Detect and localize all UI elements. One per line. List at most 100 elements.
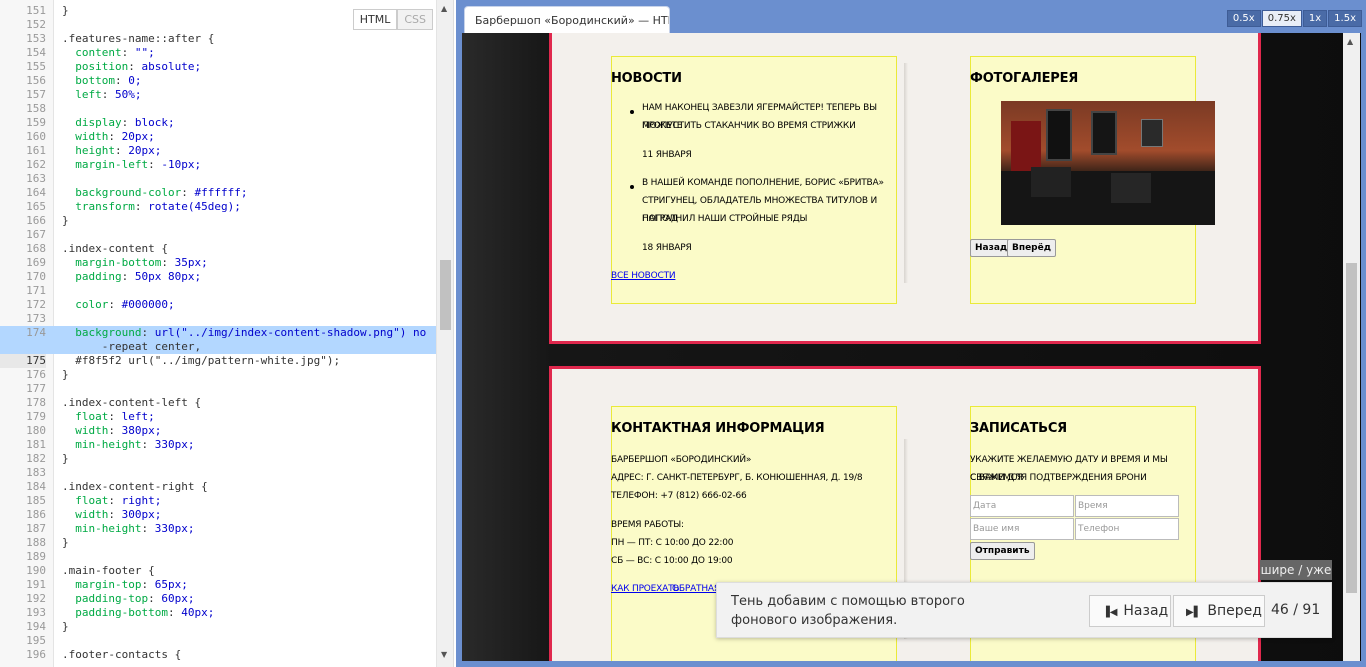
phone-input[interactable]: Телефон: [1075, 518, 1179, 540]
scroll-up-icon[interactable]: ▲: [441, 4, 447, 13]
preview-scrollbar[interactable]: ▲: [1343, 33, 1360, 661]
code-line[interactable]: 179 float: left;: [0, 410, 436, 424]
line-number: 171: [26, 284, 46, 297]
code-line[interactable]: 168 .index-content {: [0, 242, 436, 256]
code-line[interactable]: 187 min-height: 330px;: [0, 522, 436, 536]
code-text: width: 380px;: [75, 424, 162, 437]
code-editor[interactable]: 151} 152 153 .features-name::after {154 con…: [0, 0, 454, 667]
code-text: float: left;: [75, 410, 155, 423]
zoom-0-5-button[interactable]: 0.5x: [1226, 10, 1261, 27]
code-line[interactable]: 170 padding: 50px 80px;: [0, 270, 436, 284]
code-line[interactable]: 162 margin-left: -10px;: [0, 158, 436, 172]
zoom-0-75-button[interactable]: 0.75x: [1261, 10, 1302, 27]
tutorial-back-button[interactable]: ▐◀ Назад: [1089, 595, 1171, 627]
code-line[interactable]: 161 height: 20px;: [0, 144, 436, 158]
code-line[interactable]: 190 .main-footer {: [0, 564, 436, 578]
code-line[interactable]: 195: [0, 634, 436, 648]
submit-button[interactable]: Отправить: [970, 542, 1035, 560]
hours-title: ВРЕМЯ РАБОТЫ:: [611, 520, 684, 530]
code-line[interactable]: 183: [0, 466, 436, 480]
code-line[interactable]: 192 padding-top: 60px;: [0, 592, 436, 606]
code-line[interactable]: 176}: [0, 368, 436, 382]
code-text: .main-footer {: [62, 564, 155, 577]
skip-back-icon: ▐◀: [1102, 607, 1118, 618]
code-line[interactable]: 153 .features-name::after {: [0, 32, 436, 46]
code-line[interactable]: 166}: [0, 214, 436, 228]
code-line[interactable]: 174 background: url("../img/index-conten…: [0, 326, 436, 340]
line-number: 169: [26, 256, 46, 269]
code-line[interactable]: 180 width: 380px;: [0, 424, 436, 438]
editor-scrollbar[interactable]: ▲ ▼: [436, 0, 453, 667]
preview-scroll-thumb[interactable]: [1346, 263, 1357, 593]
preview-viewport[interactable]: НОВОСТИ НАМ НАКОНЕЦ ЗАВЕЗЛИ ЯГЕРМАЙСТЕР!…: [462, 33, 1361, 661]
tutorial-next-button[interactable]: ▶▌ Вперед: [1173, 595, 1265, 627]
code-line[interactable]: 173: [0, 312, 436, 326]
html-tab[interactable]: HTML: [352, 9, 398, 30]
zoom-1-button[interactable]: 1x: [1302, 10, 1328, 27]
code-text: }: [62, 536, 69, 549]
code-text: }: [62, 620, 69, 633]
news-column: НОВОСТИ НАМ НАКОНЕЦ ЗАВЕЗЛИ ЯГЕРМАЙСТЕР!…: [611, 56, 897, 304]
gallery-prev-button[interactable]: Назад: [970, 239, 1013, 257]
editor-scroll-thumb[interactable]: [440, 260, 451, 330]
code-text: width: 300px;: [75, 508, 162, 521]
code-lines[interactable]: 151} 152 153 .features-name::after {154 con…: [0, 4, 436, 662]
code-text: background: url("../img/index-content-sh…: [75, 326, 427, 339]
time-input[interactable]: Время: [1075, 495, 1179, 517]
code-line[interactable]: -repeat center,: [0, 340, 436, 354]
code-text: .index-content-left {: [62, 396, 202, 409]
code-line[interactable]: 169 margin-bottom: 35px;: [0, 256, 436, 270]
scroll-down-icon[interactable]: ▼: [441, 650, 447, 659]
code-line[interactable]: 171: [0, 284, 436, 298]
code-text: height: 20px;: [75, 144, 162, 157]
code-line[interactable]: 194}: [0, 620, 436, 634]
code-line[interactable]: 158: [0, 102, 436, 116]
code-line[interactable]: 191 margin-top: 65px;: [0, 578, 436, 592]
code-line[interactable]: 193 padding-bottom: 40px;: [0, 606, 436, 620]
route-link[interactable]: КАК ПРОЕХАТЬ: [611, 580, 680, 598]
code-line[interactable]: 185 float: right;: [0, 494, 436, 508]
date-input[interactable]: Дата: [970, 495, 1074, 517]
bullet-icon: [630, 110, 634, 114]
code-line[interactable]: 182}: [0, 452, 436, 466]
code-line[interactable]: 163: [0, 172, 436, 186]
code-text: }: [62, 368, 69, 381]
code-line[interactable]: 184 .index-content-right {: [0, 480, 436, 494]
name-input[interactable]: Ваше имя: [970, 518, 1074, 540]
preview-tab[interactable]: Барбершоп «Бородинский» — HTM: [464, 6, 670, 34]
line-number: 192: [26, 592, 46, 605]
code-line[interactable]: 175 #f8f5f2 url("../img/pattern-white.jp…: [0, 354, 436, 368]
all-news-link[interactable]: ВСЕ НОВОСТИ: [611, 267, 676, 285]
code-line[interactable]: 164 background-color: #ffffff;: [0, 186, 436, 200]
code-line[interactable]: 167: [0, 228, 436, 242]
code-line[interactable]: 155 position: absolute;: [0, 60, 436, 74]
code-text: margin-top: 65px;: [75, 578, 188, 591]
code-line[interactable]: 196 .footer-contacts {: [0, 648, 436, 662]
css-tab[interactable]: CSS: [397, 9, 433, 30]
code-line[interactable]: 160 width: 20px;: [0, 130, 436, 144]
zoom-1-5-button[interactable]: 1.5x: [1328, 10, 1362, 27]
code-line[interactable]: 165 transform: rotate(45deg);: [0, 200, 436, 214]
code-line[interactable]: 181 min-height: 330px;: [0, 438, 436, 452]
line-number: 168: [26, 242, 46, 255]
code-line[interactable]: 177: [0, 382, 436, 396]
code-line[interactable]: 188}: [0, 536, 436, 550]
code-text: margin-left: -10px;: [75, 158, 202, 171]
scroll-up-icon[interactable]: ▲: [1347, 37, 1353, 46]
code-text: content: "";: [75, 46, 155, 59]
code-line[interactable]: 178 .index-content-left {: [0, 396, 436, 410]
code-line[interactable]: 156 bottom: 0;: [0, 74, 436, 88]
gallery-next-button[interactable]: Вперёд: [1007, 239, 1056, 257]
signup-text-2: С ВАМИ ДЛЯ ПОДТВЕРЖДЕНИЯ БРОНИ: [970, 473, 1147, 483]
preview-panel: Барбершоп «Бородинский» — HTM 0.5x 0.75x…: [456, 0, 1366, 667]
code-line[interactable]: 172 color: #000000;: [0, 298, 436, 312]
code-line[interactable]: 189: [0, 550, 436, 564]
width-toggle[interactable]: шире / уже: [1260, 560, 1332, 580]
code-text: min-height: 330px;: [75, 438, 195, 451]
line-number: 154: [26, 46, 46, 59]
code-line[interactable]: 159 display: block;: [0, 116, 436, 130]
code-line[interactable]: 157 left: 50%;: [0, 88, 436, 102]
code-line[interactable]: 154 content: "";: [0, 46, 436, 60]
hours-weekend: СБ — ВС: С 10:00 ДО 19:00: [611, 556, 733, 566]
code-line[interactable]: 186 width: 300px;: [0, 508, 436, 522]
